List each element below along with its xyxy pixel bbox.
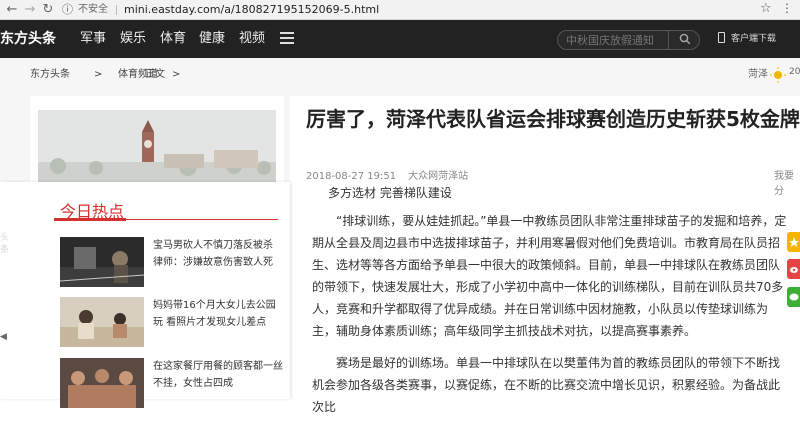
divider [116,5,117,15]
client-download-label: 客户端下载 [731,34,777,44]
featured-photo[interactable] [38,110,276,188]
weibo-icon[interactable] [787,259,800,279]
forward-arrow-icon[interactable]: → [22,2,38,18]
site-logo[interactable]: 东方头条 [0,20,56,58]
nav-item-video[interactable]: 视频 [239,20,265,58]
phone-icon [718,32,725,43]
client-download-link[interactable]: 客户端下载 [718,20,776,58]
hot-news-thumbnail[interactable] [60,237,144,287]
more-menu-icon[interactable]: ⋮ [781,1,793,15]
nav-item-entertainment[interactable]: 娱乐 [120,20,146,58]
hot-news-text[interactable]: 宝马男砍人不慎刀落反被杀 律师：涉嫌故意伤害致人死 [153,237,285,271]
breadcrumb-separator: > [172,69,181,80]
back-arrow-icon[interactable]: ← [4,2,20,18]
article-meta: 2018-08-27 19:51 大众网菏泽站 [306,167,468,182]
search-icon[interactable] [668,30,700,50]
nav-item-military[interactable]: 军事 [80,20,106,58]
article-paragraph: 赛场是最好的训练场。单县一中排球队在以樊董伟为首的教练员团队的带领下不断找机会参… [312,356,781,414]
hot-news-item[interactable]: 妈妈带16个月大女儿去公园玩 看照片才发现女儿差点 [60,297,285,347]
bookmark-star-icon[interactable]: ☆ [760,1,772,16]
weather-temp: 20 [789,67,800,77]
hot-news-underline [54,218,278,221]
article-date: 2018-08-27 19:51 [306,171,397,182]
favorite-star-icon[interactable] [787,232,800,252]
breadcrumb-home[interactable]: 东方头条 [30,66,70,84]
article-paragraph: “排球训练，要从娃娃抓起。”单县一中教练员团队非常注重排球苗子的发掘和培养，定期… [312,214,787,338]
reload-icon[interactable]: ↻ [40,2,56,18]
address-bar[interactable]: ⓘ 不安全 mini.eastday.com/a/180827195152069… [62,2,782,18]
site-nav: 东方头条 军事 娱乐 体育 健康 视频 客户端下载 [0,20,800,58]
collapse-arrow-icon[interactable]: ◀ [0,332,7,344]
browser-toolbar: ← → ↻ ⓘ 不安全 mini.eastday.com/a/180827195… [0,0,800,20]
breadcrumb-separator: > [94,69,103,80]
article: 厉害了，菏泽代表队省运会排球赛创造历史斩获5枚金牌 2018-08-27 19:… [290,96,800,414]
search-input[interactable] [566,31,666,49]
wechat-icon[interactable] [787,287,800,307]
article-title: 厉害了，菏泽代表队省运会排球赛创造历史斩获5枚金牌 [306,107,800,131]
article-subheading: 多方选材 完善梯队建设 [328,186,452,200]
search-box [557,30,700,50]
hot-news-thumbnail[interactable] [60,297,144,347]
nav-item-sports[interactable]: 体育 [160,20,186,58]
featured-image-card[interactable] [30,96,284,188]
info-icon[interactable]: ⓘ [62,2,73,18]
article-source[interactable]: 大众网菏泽站 [408,171,468,182]
hot-news-item[interactable]: 宝马男砍人不慎刀落反被杀 律师：涉嫌故意伤害致人死 [60,237,285,287]
weather-city: 菏泽 [748,69,768,80]
breadcrumb: 东方头条 > 体育频道 > 正文 [30,66,230,84]
hot-news-text[interactable]: 妈妈带16个月大女儿去公园玩 看照片才发现女儿差点 [153,297,285,331]
hamburger-menu-icon[interactable] [280,32,294,44]
hot-news-text[interactable]: 在这家餐厅用餐的顾客都一丝不挂，女性占四成 [153,358,285,392]
security-status: 不安全 [78,4,108,15]
breadcrumb-current: 正文 [145,69,165,80]
weather-sun-icon: 20 [768,66,800,84]
hot-news-item[interactable]: 在这家餐厅用餐的顾客都一丝不挂，女性占四成 [60,358,285,408]
side-watermark: 头条 [0,233,10,255]
article-body: 多方选材 完善梯队建设 “排球训练，要从娃娃抓起。”单县一中教练员团队非常注重排… [312,182,790,428]
url-text[interactable]: mini.eastday.com/a/180827195152069-5.htm… [124,2,379,18]
hot-news-thumbnail[interactable] [60,358,144,408]
hot-news-panel: 今日热点 宝马男砍人不慎刀落反被杀 律师：涉嫌故意伤害致人死 妈妈带16个月大女… [0,182,290,408]
nav-item-health[interactable]: 健康 [199,20,225,58]
